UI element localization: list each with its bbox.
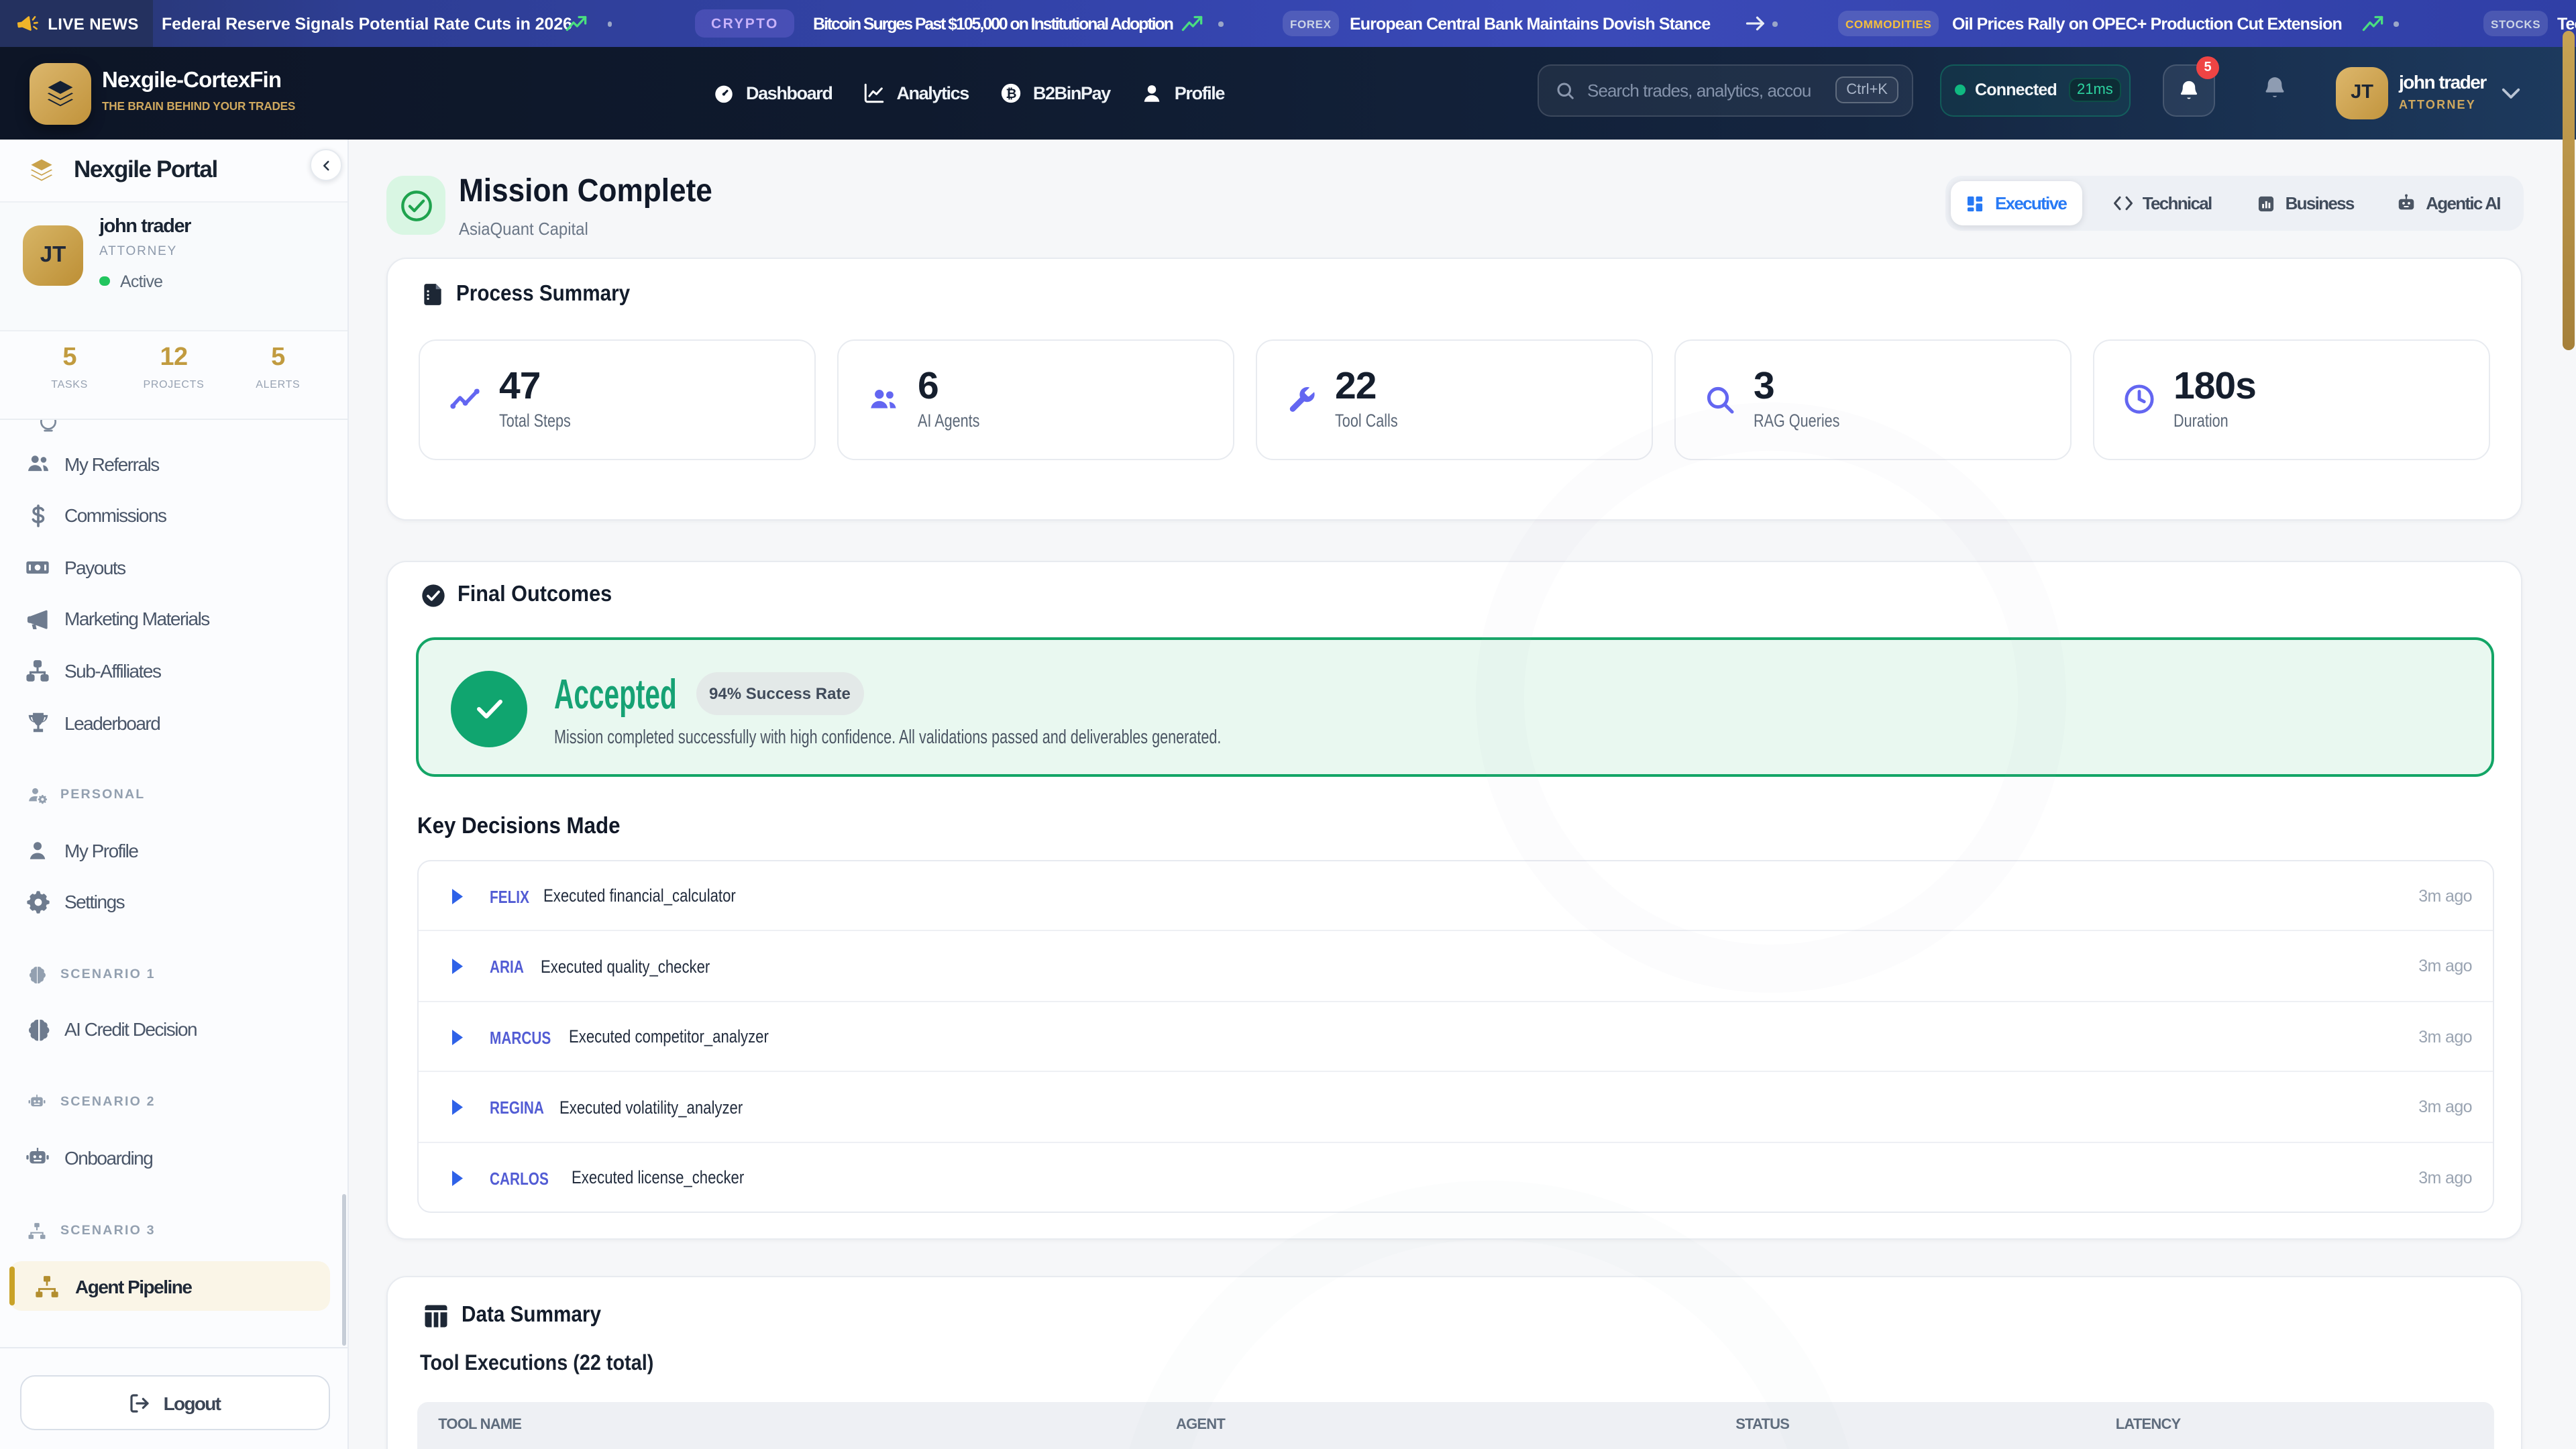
svg-text:₿: ₿ — [1006, 87, 1016, 101]
